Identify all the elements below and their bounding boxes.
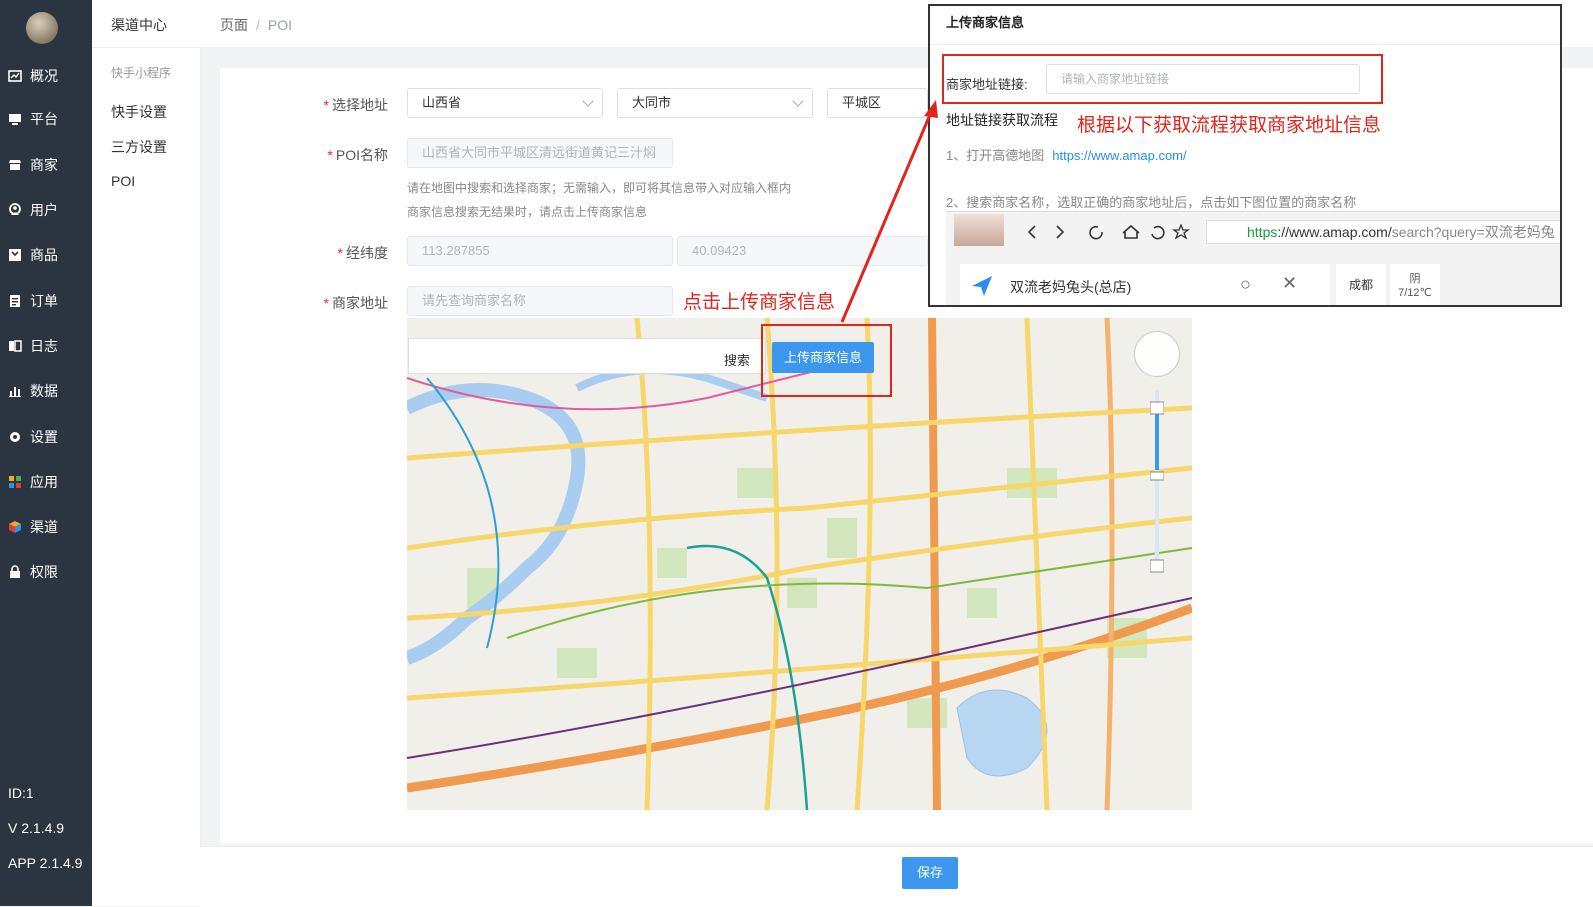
address-label: * 选择地址 [323, 97, 388, 113]
breadcrumb: 页面 / POI [220, 15, 292, 35]
divider [92, 47, 200, 48]
highlight-box [761, 324, 892, 397]
sub-item-third-party-settings[interactable]: 三方设置 [111, 137, 167, 157]
save-button[interactable]: 保存 [902, 857, 958, 889]
latlng-label: * 经纬度 [337, 245, 388, 261]
step-1: 1、打开高德地图 https://www.amap.com/ [946, 148, 1187, 163]
nav-label: 日志 [30, 338, 58, 354]
amap-logo-icon [972, 276, 992, 296]
nav-item-log[interactable]: 日志 [0, 331, 92, 361]
poi-label: * POI名称 [327, 147, 388, 163]
nav-item-channel[interactable]: 渠道 [0, 512, 92, 542]
nav-label: 渠道 [30, 519, 58, 535]
longitude-input[interactable]: 113.287855 [407, 236, 673, 266]
nav-item-merchant[interactable]: 商家 [0, 150, 92, 180]
nav-label: 商家 [30, 157, 58, 173]
nav-label: 数据 [30, 383, 58, 399]
city-selector: 成都 [1336, 264, 1386, 305]
chart-icon [9, 387, 21, 397]
nav-item-apps[interactable]: 应用 [0, 467, 92, 497]
upload-merchant-dialog: 上传商家信息 商家地址链接: 请输入商家地址链接 地址链接获取流程 根据以下获取… [928, 4, 1562, 307]
nav-label: 应用 [30, 474, 58, 490]
user-icon [9, 203, 21, 215]
browser-nav-icons [1027, 224, 1190, 240]
flow-title: 地址链接获取流程 [946, 112, 1058, 128]
overview-icon [8, 70, 22, 82]
breadcrumb-current: POI [267, 17, 293, 33]
map-pan-control[interactable] [1134, 331, 1180, 377]
latitude-input[interactable]: 40.09423 [677, 236, 928, 266]
nav-label: 设置 [30, 429, 58, 445]
close-icon: ✕ [1282, 273, 1298, 293]
browser-avatar [954, 214, 1004, 246]
goods-icon [9, 249, 21, 261]
footer-bar [200, 846, 1593, 907]
cube-icon [9, 521, 21, 533]
nav-item-user[interactable]: 用户 [0, 195, 92, 225]
annotation-upload: 点击上传商家信息 [683, 292, 836, 313]
log-icon [9, 340, 22, 352]
hint-text: 商家信息搜索无结果时，请点击上传商家信息 [407, 205, 648, 219]
nav-item-goods[interactable]: 商品 [0, 240, 92, 270]
browser-url-bar: https://www.amap.com/search?query=双流老妈兔 [1206, 220, 1560, 244]
nav-label: 订单 [30, 293, 58, 309]
browser-screenshot: https://www.amap.com/search?query=双流老妈兔 … [946, 211, 1560, 305]
app-version: APP 2.1.4.9 [8, 855, 83, 871]
district-select[interactable]: 平城区 [827, 88, 928, 118]
poi-name-input[interactable]: 山西省大同市平城区清远街道黄记三汁焖 [407, 138, 673, 168]
amap-link[interactable]: https://www.amap.com/ [1052, 148, 1186, 163]
nav-item-settings[interactable]: 设置 [0, 422, 92, 452]
version: V 2.1.4.9 [8, 820, 65, 836]
sub-sidebar: 渠道中心 快手小程序 快手设置 三方设置 POI [92, 0, 201, 906]
breadcrumb-separator: / [256, 17, 260, 33]
apps-icon [9, 476, 21, 488]
store-icon [9, 160, 21, 170]
step-2: 2、搜索商家名称，选取正确的商家地址后，点击如下图位置的商家名称 [946, 195, 1357, 210]
breadcrumb-root[interactable]: 页面 [220, 17, 248, 33]
merchant-address-label: * 商家地址 [323, 295, 388, 311]
annotation-flow: 根据以下获取流程获取商家地址信息 [1077, 115, 1382, 136]
search-icon: ○ [1240, 274, 1251, 294]
chevron-down-icon [582, 95, 594, 107]
user-id: ID:1 [8, 785, 34, 801]
nav-item-platform[interactable]: 平台 [0, 104, 92, 134]
nav-label: 权限 [30, 564, 58, 580]
nav-label: 商品 [30, 247, 58, 263]
nav-label: 用户 [30, 202, 58, 218]
nav-item-order[interactable]: 订单 [0, 286, 92, 316]
lock-icon [10, 565, 20, 578]
avatar[interactable] [26, 12, 58, 44]
divider [930, 44, 1560, 45]
sub-sidebar-title: 渠道中心 [111, 17, 167, 33]
nav-label: 概况 [30, 68, 58, 84]
merchant-address-input[interactable]: 请先查询商家名称 [407, 286, 673, 316]
order-icon [10, 295, 20, 307]
gear-icon [10, 432, 20, 442]
sub-item-kuaishou-settings[interactable]: 快手设置 [111, 102, 167, 122]
nav-item-data[interactable]: 数据 [0, 376, 92, 406]
nav-label: 平台 [30, 111, 58, 127]
province-select[interactable]: 山西省 [407, 88, 603, 118]
highlight-box [942, 54, 1383, 104]
city-select[interactable]: 大同市 [617, 88, 813, 118]
nav-item-overview[interactable]: 概况 [0, 61, 92, 91]
monitor-icon [9, 114, 21, 125]
amap-search-box: 双流老妈兔头(总店) ○ ✕ [960, 264, 1330, 305]
weather-widget: 阴 7/12℃ [1390, 264, 1440, 305]
sub-item-poi[interactable]: POI [111, 173, 135, 189]
map-zoom-slider[interactable] [1150, 380, 1164, 580]
map-search-button[interactable]: 搜索 [724, 350, 750, 369]
main-sidebar: 概况 平台 商家 用户 商品 订单 日志 数据 设置 应用 渠道 权限 ID:1… [0, 0, 92, 906]
hint-text: 请在地图中搜索和选择商家；无需输入，即可将其信息带入对应输入框内 [407, 181, 792, 195]
nav-item-permission[interactable]: 权限 [0, 557, 92, 587]
map-search-input[interactable] [408, 338, 766, 374]
dialog-title: 上传商家信息 [946, 15, 1025, 30]
chevron-down-icon [792, 95, 804, 107]
sub-group-label: 快手小程序 [111, 66, 172, 80]
